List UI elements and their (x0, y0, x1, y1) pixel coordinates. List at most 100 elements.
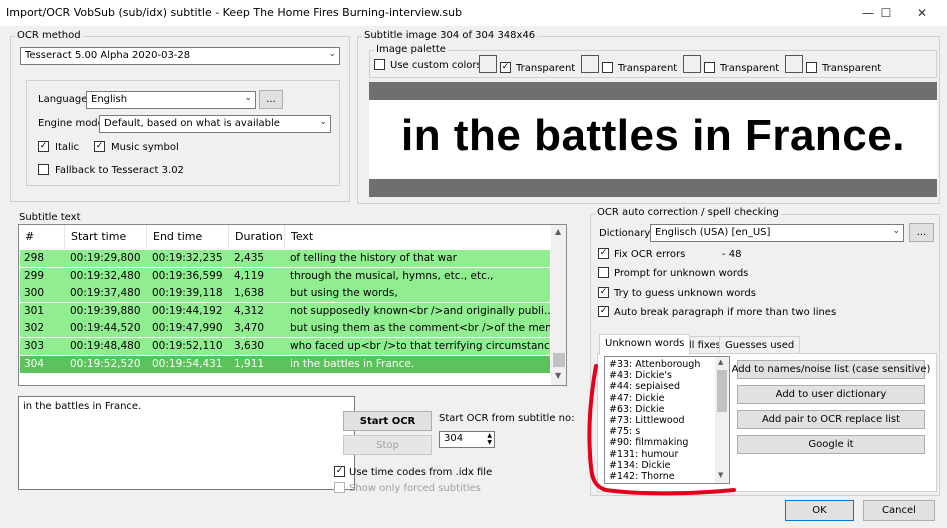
try-guess-checkbox[interactable]: ✓ (598, 287, 609, 298)
list-scroll-thumb[interactable] (717, 370, 727, 412)
table-cell: 00:19:39,880 (70, 304, 141, 317)
tab-guesses-used[interactable]: Guesses used (719, 336, 801, 354)
start-ocr-button[interactable]: Start OCR (343, 411, 432, 431)
table-row[interactable]: 302 00:19:44,520 00:19:47,990 3,470 but usin… (20, 320, 550, 338)
error-count: - 48 (722, 249, 742, 260)
transparent-2-checkbox[interactable] (602, 62, 613, 73)
music-symbol-checkbox[interactable]: ✓ (94, 141, 105, 152)
fix-ocr-errors-checkbox[interactable]: ✓ (598, 248, 609, 259)
subtitle-image-preview: in the battles in France. (369, 82, 937, 197)
chevron-down-icon: ⌄ (244, 93, 252, 103)
ocr-engine-value: Tesseract 5.00 Alpha 2020-03-28 (25, 50, 191, 61)
prompt-unknown-label: Prompt for unknown words (614, 268, 749, 279)
table-row[interactable]: 304 00:19:52,520 00:19:54,431 1,911 in the b… (20, 355, 550, 373)
image-palette-label: Image palette (374, 44, 448, 55)
palette-swatch-4[interactable] (785, 55, 803, 73)
table-cell: 1,638 (234, 287, 265, 300)
list-scrollbar[interactable]: ▲ ▼ (715, 357, 729, 483)
table-cell: 00:19:39,118 (152, 287, 223, 300)
unknown-words-list[interactable]: #33: Attenborough #43: Dickie's #44: sepia… (604, 356, 730, 484)
list-item[interactable]: #43: Dickie's (609, 370, 672, 381)
list-item[interactable]: #142: Thorne (609, 471, 675, 482)
show-forced-checkbox[interactable] (334, 482, 345, 493)
column-header-start[interactable]: Start time (65, 225, 147, 249)
prompt-unknown-checkbox[interactable] (598, 267, 609, 278)
use-custom-colors-checkbox[interactable] (374, 59, 385, 70)
table-scrollbar[interactable]: ▲ ▼ (551, 225, 566, 385)
scroll-thumb[interactable] (553, 353, 565, 367)
chevron-down-icon: ⌄ (892, 226, 900, 236)
table-row[interactable]: 303 00:19:48,480 00:19:52,110 3,630 who face… (20, 338, 550, 355)
list-item[interactable]: #44: sepiaised (609, 381, 680, 392)
scroll-up-icon[interactable]: ▲ (555, 227, 561, 236)
use-time-codes-checkbox[interactable]: ✓ (334, 466, 345, 477)
dictionary-more-button[interactable]: ... (909, 223, 934, 242)
dictionary-value: Englisch (USA) [en_US] (655, 227, 771, 238)
table-cell: 2,435 (234, 252, 265, 264)
auto-correction-label: OCR auto correction / spell checking (595, 207, 781, 218)
palette-swatch-1[interactable] (479, 55, 497, 73)
maximize-icon[interactable]: ☐ (868, 0, 904, 26)
transparent-2-label: Transparent (618, 63, 678, 74)
table-cell: 302 (24, 322, 45, 335)
spin-arrows-icon[interactable]: ▲ ▼ (487, 432, 492, 446)
transparent-3-checkbox[interactable] (704, 62, 715, 73)
list-item[interactable]: #90: filmmaking (609, 437, 688, 448)
add-to-names-button[interactable]: Add to names/noise list (case sensitive) (732, 360, 930, 379)
table-row[interactable]: 300 00:19:37,480 00:19:39,118 1,638 but usin… (20, 285, 550, 303)
tab-unknown-words[interactable]: Unknown words (599, 334, 691, 355)
list-item[interactable]: #134: Dickie (609, 460, 670, 471)
google-it-button[interactable]: Google it (737, 435, 925, 454)
list-item[interactable]: #73: Littlewood (609, 415, 685, 426)
try-guess-label: Try to guess unknown words (614, 288, 756, 299)
ok-button[interactable]: OK (785, 500, 854, 521)
start-from-input[interactable]: 304 ▲ ▼ (439, 431, 495, 448)
italic-label: Italic (55, 142, 80, 153)
table-cell: 303 (24, 340, 45, 352)
transparent-4-checkbox[interactable] (806, 62, 817, 73)
add-to-user-dictionary-button[interactable]: Add to user dictionary (737, 385, 925, 404)
list-item[interactable]: #47: Dickie (609, 393, 664, 404)
italic-checkbox[interactable]: ✓ (38, 141, 49, 152)
stop-button[interactable]: Stop (343, 435, 432, 455)
column-header-text[interactable]: Text (285, 225, 549, 249)
add-pair-button[interactable]: Add pair to OCR replace list (737, 410, 925, 429)
engine-mode-select[interactable]: Default, based on what is available ⌄ (99, 115, 331, 133)
subtitle-table[interactable]: # Start time End time Duration Text 298 0… (18, 224, 567, 386)
column-header-duration[interactable]: Duration (229, 225, 285, 249)
cancel-button[interactable]: Cancel (863, 500, 935, 521)
list-item[interactable]: #131: humour (609, 449, 678, 460)
fallback-checkbox[interactable] (38, 164, 49, 175)
fallback-label: Fallback to Tesseract 3.02 (55, 165, 184, 176)
language-more-button[interactable]: ... (259, 90, 283, 109)
auto-break-label: Auto break paragraph if more than two li… (614, 307, 837, 318)
list-item[interactable]: #63: Dickie (609, 404, 664, 415)
scroll-down-icon[interactable]: ▼ (718, 471, 723, 479)
table-row[interactable]: 299 00:19:32,480 00:19:36,599 4,119 through … (20, 267, 550, 285)
table-cell: not supposedly known<br />and originally… (290, 304, 550, 317)
table-row[interactable]: 298 00:19:29,800 00:19:32,235 2,435 of telli… (20, 250, 550, 267)
current-subtitle-textbox[interactable]: in the battles in France. (18, 396, 355, 490)
table-cell: of telling the history of that war (290, 252, 457, 264)
scroll-down-icon[interactable]: ▼ (555, 371, 561, 380)
scroll-up-icon[interactable]: ▲ (718, 358, 723, 366)
language-select[interactable]: English ⌄ (86, 91, 256, 109)
ocr-engine-select[interactable]: Tesseract 5.00 Alpha 2020-03-28 ⌄ (20, 47, 340, 65)
list-item[interactable]: #75: s (609, 426, 640, 437)
table-cell: 4,119 (234, 269, 265, 282)
auto-break-checkbox[interactable]: ✓ (598, 306, 609, 317)
close-icon[interactable]: ✕ (904, 0, 940, 26)
table-cell: 304 (24, 357, 45, 370)
table-row[interactable]: 301 00:19:39,880 00:19:44,192 4,312 not supp… (20, 302, 550, 320)
list-item[interactable]: #33: Attenborough (609, 359, 700, 370)
column-header-end[interactable]: End time (147, 225, 229, 249)
start-from-value: 304 (444, 433, 464, 444)
table-cell: but using the words, (290, 287, 398, 300)
transparent-4-label: Transparent (822, 63, 882, 74)
palette-swatch-2[interactable] (581, 55, 599, 73)
palette-swatch-3[interactable] (683, 55, 701, 73)
use-custom-colors-label: Use custom colors (390, 60, 482, 71)
transparent-1-checkbox[interactable]: ✓ (500, 62, 511, 73)
dictionary-select[interactable]: Englisch (USA) [en_US] ⌄ (650, 224, 904, 242)
column-header-number[interactable]: # (19, 225, 65, 249)
